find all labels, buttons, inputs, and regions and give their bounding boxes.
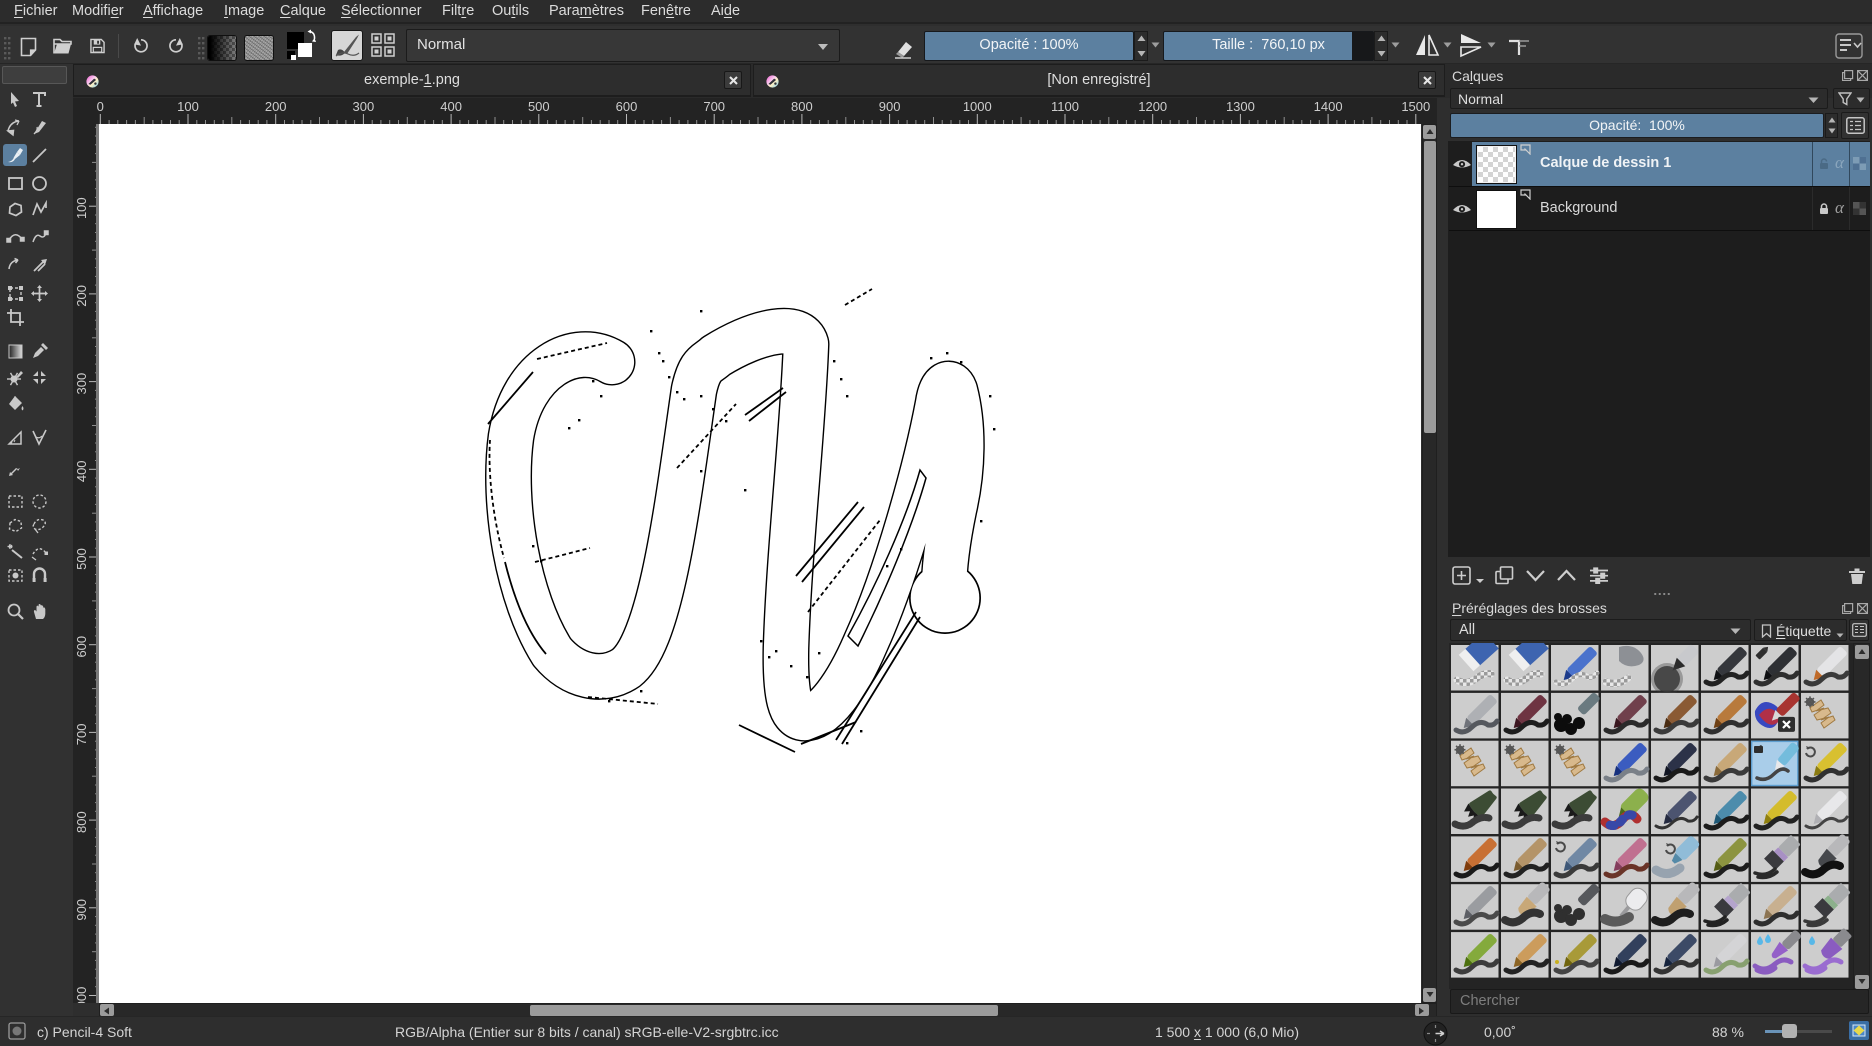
svg-text:300: 300	[74, 373, 89, 395]
svg-text:200: 200	[74, 285, 89, 307]
svg-text:600: 600	[74, 636, 89, 658]
svg-text:800: 800	[74, 811, 89, 833]
svg-text:200: 200	[265, 99, 287, 114]
svg-text:300: 300	[353, 99, 375, 114]
svg-text:0: 0	[97, 99, 104, 114]
svg-text:800: 800	[791, 99, 813, 114]
svg-text:400: 400	[74, 460, 89, 482]
svg-text:1300: 1300	[1226, 99, 1255, 114]
svg-text:600: 600	[616, 99, 638, 114]
svg-text:1200: 1200	[1138, 99, 1167, 114]
svg-text:400: 400	[440, 99, 462, 114]
svg-text:1100: 1100	[1051, 99, 1079, 114]
svg-text:700: 700	[703, 99, 725, 114]
svg-text:900: 900	[879, 99, 901, 114]
svg-text:700: 700	[74, 724, 89, 746]
svg-text:1500: 1500	[1401, 99, 1430, 114]
svg-text:500: 500	[74, 548, 89, 570]
svg-text:500: 500	[528, 99, 550, 114]
svg-text:100: 100	[177, 99, 199, 114]
svg-text:100: 100	[74, 197, 89, 219]
svg-text:1000: 1000	[963, 99, 992, 114]
svg-text:000: 000	[74, 987, 89, 1003]
svg-text:900: 900	[74, 899, 89, 921]
svg-text:1400: 1400	[1314, 99, 1343, 114]
